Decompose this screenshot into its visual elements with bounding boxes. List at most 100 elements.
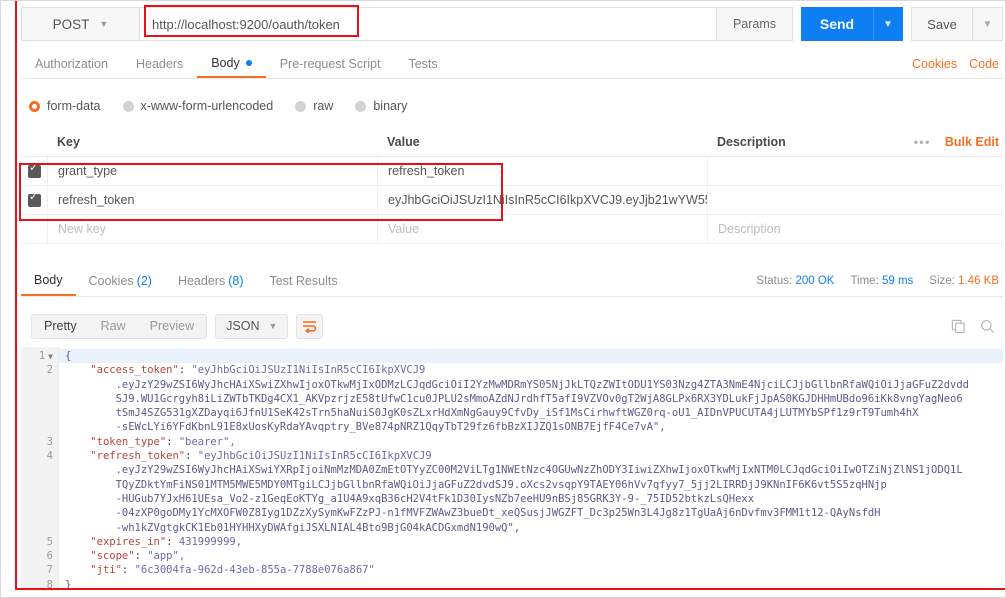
status-label: Status: — [756, 275, 793, 287]
view-mode-raw[interactable]: Raw — [89, 315, 138, 338]
word-wrap-button[interactable] — [296, 313, 324, 339]
line-number — [21, 392, 53, 406]
response-tab-headers-label: Headers — [177, 274, 226, 288]
line-number: 5 — [46, 535, 53, 548]
send-options-button[interactable]: ▼ — [873, 7, 903, 41]
http-method-label: POST — [52, 16, 90, 32]
code-link[interactable]: Code — [969, 57, 999, 71]
tab-pre-request-script[interactable]: Pre-request Script — [266, 49, 395, 78]
view-mode-pretty[interactable]: Pretty — [32, 315, 89, 338]
radio-unselected-icon — [295, 100, 307, 112]
body-type-urlencoded[interactable]: x-www-form-urlencoded — [122, 99, 274, 113]
code-line: SJ9.WU1Gcrgyh8iLiZWTbTKDg4CX1_AKVpzrjzE5… — [65, 392, 963, 405]
line-number: 4 — [46, 450, 53, 463]
save-options-button[interactable]: ▼ — [973, 7, 1003, 41]
line-number: 1 ▼ — [38, 350, 53, 362]
table-row[interactable]: grant_type refresh_token — [21, 157, 1003, 186]
code-line: -wh1kZVgtgkCK1Eb01HYHHXyDWAfgiJSXLNIAL4B… — [65, 521, 521, 534]
response-tab-cookies[interactable]: Cookies (2) — [76, 266, 165, 296]
chevron-down-icon: ▼ — [268, 321, 278, 331]
code-line: -HUGub7YJxH61UEsa_Vo2-z1GeqEoKTYg_a1U4A9… — [65, 492, 755, 505]
response-tab-headers[interactable]: Headers (8) — [165, 266, 257, 296]
fold-toggle-icon[interactable]: ▼ — [48, 352, 53, 361]
checkbox-checked-icon[interactable] — [27, 191, 41, 207]
radio-unselected-icon — [122, 100, 134, 112]
row-description-cell[interactable] — [707, 186, 1003, 214]
request-tabs: Authorization Headers Body Pre-request S… — [21, 49, 1003, 79]
body-type-raw-label: raw — [313, 99, 334, 113]
body-type-binary-label: binary — [373, 99, 408, 113]
copy-icon[interactable] — [951, 319, 966, 334]
code-line: TQyZDktYmFiNS01MTM5MWE5MDY0MTgiLCJjbGllb… — [65, 478, 887, 491]
row-key-cell[interactable]: grant_type — [47, 157, 377, 185]
table-new-row[interactable]: New key Value Description — [21, 215, 1003, 244]
search-icon[interactable] — [980, 319, 995, 334]
body-type-form-data[interactable]: form-data — [29, 99, 101, 113]
more-options-icon[interactable]: ••• — [914, 135, 931, 149]
request-url-text: http://localhost:9200/oauth/token — [152, 16, 340, 32]
http-method-selector[interactable]: POST ▼ — [21, 7, 139, 41]
tab-body[interactable]: Body — [197, 49, 266, 78]
response-headers-count: (8) — [228, 274, 244, 288]
time-value: 59 ms — [881, 275, 914, 287]
line-number: 8 — [46, 578, 53, 591]
cookies-link[interactable]: Cookies — [912, 57, 957, 71]
row-checkbox-cell[interactable] — [21, 162, 47, 178]
line-number — [21, 478, 53, 492]
row-key-cell[interactable]: refresh_token — [47, 186, 377, 214]
body-type-binary[interactable]: binary — [355, 99, 407, 113]
request-tabs-actions: Cookies Code — [912, 57, 1003, 71]
response-tab-body[interactable]: Body — [21, 266, 76, 296]
response-tab-test-results[interactable]: Test Results — [256, 266, 350, 296]
checkbox-checked-icon[interactable] — [27, 162, 41, 178]
code-line: "expires_in": 431999999, — [90, 535, 243, 548]
row-checkbox-cell[interactable] — [21, 191, 47, 207]
params-button[interactable]: Params — [717, 7, 793, 41]
response-tab-test-results-label: Test Results — [269, 274, 338, 288]
header-description: Description — [717, 134, 786, 149]
line-number — [21, 492, 53, 506]
status-stat: Status: 200 OK — [756, 275, 834, 287]
tab-headers[interactable]: Headers — [122, 49, 197, 78]
radio-selected-icon — [29, 100, 40, 112]
line-number: 2 — [46, 364, 53, 377]
code-line: "scope": "app", — [90, 550, 186, 563]
code-line: "refresh_token": "eyJhbGciOiJSUzI1NiIsIn… — [90, 450, 432, 463]
postman-window: POST ▼ http://localhost:9200/oauth/token… — [0, 0, 1006, 598]
row-value-cell[interactable]: eyJhbGciOiJSUzI1NiIsInR5cCI6IkpXVCJ9.eyJ… — [377, 186, 707, 214]
size-label: Size: — [929, 275, 955, 287]
code-line: "token_type": "bearer", — [90, 435, 236, 448]
response-json-code[interactable]: { "access_token": "eyJhbGciOiJSUzI1NiIsI… — [59, 347, 1003, 591]
send-button[interactable]: Send — [801, 7, 873, 41]
response-cookies-count: (2) — [136, 274, 152, 288]
code-line: { — [59, 349, 1003, 364]
line-number — [21, 506, 53, 520]
header-key: Key — [57, 134, 80, 149]
view-mode-preview[interactable]: Preview — [138, 315, 206, 338]
bulk-edit-link[interactable]: Bulk Edit — [945, 135, 999, 149]
tab-authorization[interactable]: Authorization — [21, 49, 122, 78]
radio-unselected-icon — [355, 100, 367, 112]
tab-headers-label: Headers — [135, 56, 184, 71]
table-row[interactable]: refresh_token eyJhbGciOiJSUzI1NiIsInR5cC… — [21, 186, 1003, 215]
line-number — [21, 463, 53, 477]
body-type-urlencoded-label: x-www-form-urlencoded — [140, 99, 274, 113]
new-description-input[interactable]: Description — [707, 215, 1003, 243]
line-number — [21, 378, 53, 392]
row-value-cell[interactable]: refresh_token — [377, 157, 707, 185]
new-value-input[interactable]: Value — [377, 215, 707, 243]
tab-tests[interactable]: Tests — [394, 49, 451, 78]
row-description-cell[interactable] — [707, 157, 1003, 185]
line-number-gutter: 1 ▼ 2 3 4 5 6 7 8 — [21, 347, 59, 591]
time-stat: Time: 59 ms — [850, 275, 913, 287]
view-mode-group: Pretty Raw Preview — [31, 313, 208, 339]
new-key-input[interactable]: New key — [47, 215, 377, 243]
code-line: -sEWcLYi6YFdKbnL91E8xUosKyRdaYAvqptry_BV… — [65, 421, 666, 434]
format-selector[interactable]: JSON ▼ — [215, 313, 289, 339]
body-type-raw[interactable]: raw — [295, 99, 333, 113]
request-url-bar: POST ▼ http://localhost:9200/oauth/token… — [21, 7, 1003, 41]
request-url-input[interactable]: http://localhost:9200/oauth/token — [139, 7, 717, 41]
response-body-viewer[interactable]: 1 ▼ 2 3 4 5 6 7 8 { "access_token": "eyJhbGciOiJ… — [21, 347, 1003, 591]
save-button[interactable]: Save — [911, 7, 973, 41]
send-label: Send — [819, 16, 855, 32]
